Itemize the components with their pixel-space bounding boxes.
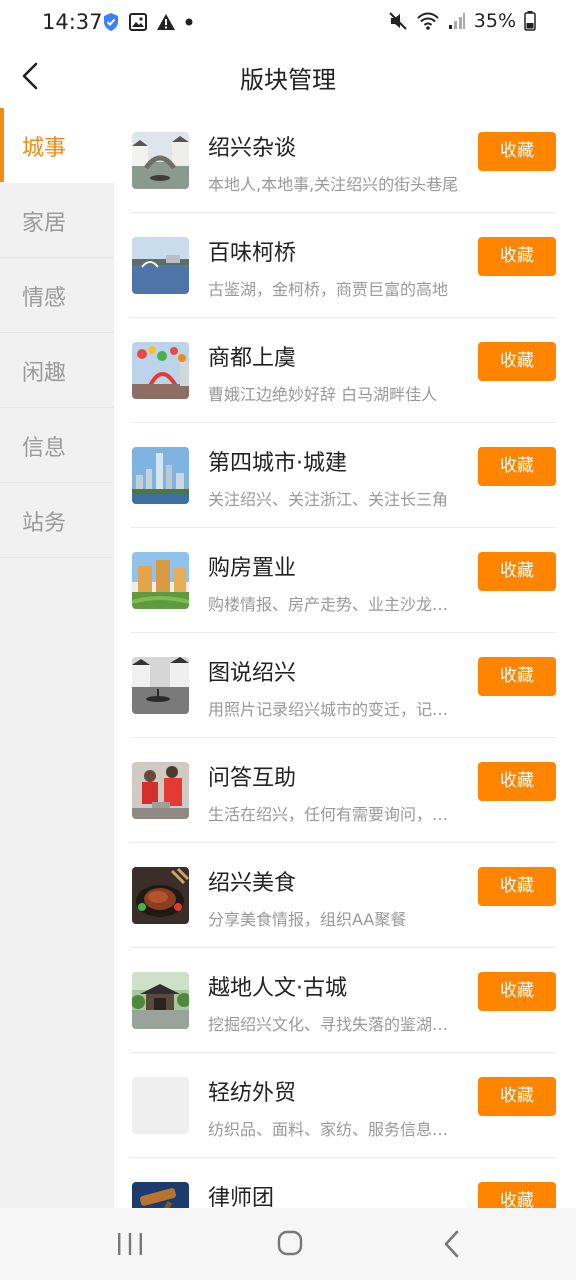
recent-apps-icon[interactable]	[110, 1228, 150, 1260]
forum-title: 商都上虞	[208, 346, 297, 371]
sidebar-item-site-affairs[interactable]: 站务	[0, 483, 114, 558]
status-time: 14:37	[42, 10, 103, 34]
status-bar: 14:37 35%	[0, 0, 576, 46]
sidebar-item-label: 情感	[22, 286, 67, 311]
wifi-icon	[417, 12, 439, 30]
shield-check-icon	[104, 13, 118, 31]
forum-title: 律师团	[208, 1186, 275, 1208]
forum-list: 绍兴杂谈 本地人,本地事,关注绍兴的街头巷尾 收藏 百味柯桥 古鉴湖，金柯桥，商…	[114, 108, 576, 1208]
home-icon[interactable]	[270, 1228, 310, 1260]
forum-title: 轻纺外贸	[208, 1081, 297, 1106]
system-nav-bar	[0, 1208, 576, 1280]
dot-icon	[185, 18, 193, 26]
notification-icons	[102, 12, 193, 32]
forum-title: 绍兴美食	[208, 871, 297, 896]
signal-icon	[448, 13, 465, 29]
forum-thumbnail	[132, 867, 189, 924]
back-nav-icon[interactable]	[432, 1228, 472, 1260]
forum-description: 纺织品、面料、家纺、服务信息交流	[208, 1120, 460, 1139]
sidebar-item-info[interactable]: 信息	[0, 408, 114, 483]
forum-thumbnail	[132, 552, 189, 609]
forum-title: 绍兴杂谈	[208, 136, 297, 161]
sidebar-item-label: 家居	[22, 211, 67, 236]
forum-title: 百味柯桥	[208, 241, 297, 266]
forum-thumbnail	[132, 762, 189, 819]
sidebar-item-label: 信息	[22, 436, 67, 461]
forum-description: 分享美食情报，组织AA聚餐	[208, 910, 407, 929]
favorite-button[interactable]: 收藏	[478, 237, 556, 276]
mute-icon	[389, 12, 407, 30]
forum-row[interactable]: 绍兴杂谈 本地人,本地事,关注绍兴的街头巷尾 收藏	[130, 108, 556, 213]
category-sidebar: 城事 家居 情感 闲趣 信息 站务	[0, 108, 114, 1208]
forum-thumbnail	[132, 1182, 189, 1208]
favorite-button[interactable]: 收藏	[478, 132, 556, 171]
forum-row[interactable]: 百味柯桥 古鉴湖，金柯桥，商贾巨富的高地 收藏	[130, 213, 556, 318]
sidebar-item-leisure[interactable]: 闲趣	[0, 333, 114, 408]
forum-title: 购房置业	[208, 556, 297, 581]
sidebar-item-label: 站务	[22, 511, 67, 536]
forum-description: 用照片记录绍兴城市的变迁，记录生活	[208, 700, 460, 719]
sidebar-item-city[interactable]: 城事	[0, 108, 114, 183]
favorite-button[interactable]: 收藏	[478, 657, 556, 696]
forum-row[interactable]: 图说绍兴 用照片记录绍兴城市的变迁，记录生活 收藏	[130, 633, 556, 738]
forum-description: 购楼情报、房产走势、业主沙龙活动	[208, 595, 460, 614]
forum-thumbnail	[132, 447, 189, 504]
battery-icon	[524, 11, 536, 31]
sidebar-item-label: 城事	[22, 136, 67, 161]
favorite-button[interactable]: 收藏	[478, 762, 556, 801]
forum-thumbnail	[132, 972, 189, 1029]
favorite-button[interactable]: 收藏	[478, 447, 556, 486]
sidebar-item-emotion[interactable]: 情感	[0, 258, 114, 333]
gallery-icon	[129, 13, 147, 31]
favorite-button[interactable]: 收藏	[478, 552, 556, 591]
forum-thumbnail	[132, 657, 189, 714]
forum-description: 曹娥江边绝妙好辞 白马湖畔佳人	[208, 385, 438, 404]
forum-thumbnail	[132, 1077, 189, 1134]
forum-description: 生活在绍兴，任何有需要询问，请来这里	[208, 805, 460, 824]
favorite-button[interactable]: 收藏	[478, 1077, 556, 1116]
favorite-button[interactable]: 收藏	[478, 1182, 556, 1208]
forum-row[interactable]: 购房置业 购楼情报、房产走势、业主沙龙活动 收藏	[130, 528, 556, 633]
forum-description: 挖掘绍兴文化、寻找失落的鉴湖文明	[208, 1015, 460, 1034]
sidebar-item-home[interactable]: 家居	[0, 183, 114, 258]
forum-row[interactable]: 律师团 收藏	[130, 1158, 556, 1208]
sidebar-item-label: 闲趣	[22, 361, 67, 386]
favorite-button[interactable]: 收藏	[478, 867, 556, 906]
forum-row[interactable]: 第四城市·城建 关注绍兴、关注浙江、关注长三角 收藏	[130, 423, 556, 528]
battery-percent: 35%	[473, 10, 516, 32]
forum-row[interactable]: 轻纺外贸 纺织品、面料、家纺、服务信息交流 收藏	[130, 1053, 556, 1158]
forum-description: 本地人,本地事,关注绍兴的街头巷尾	[208, 175, 459, 194]
forum-thumbnail	[132, 237, 189, 294]
forum-title: 图说绍兴	[208, 661, 297, 686]
forum-thumbnail	[132, 132, 189, 189]
forum-row[interactable]: 问答互助 生活在绍兴，任何有需要询问，请来这里 收藏	[130, 738, 556, 843]
forum-row[interactable]: 商都上虞 曹娥江边绝妙好辞 白马湖畔佳人 收藏	[130, 318, 556, 423]
warning-icon	[157, 14, 175, 30]
forum-description: 古鉴湖，金柯桥，商贾巨富的高地	[208, 280, 449, 299]
favorite-button[interactable]: 收藏	[478, 342, 556, 381]
forum-row[interactable]: 绍兴美食 分享美食情报，组织AA聚餐 收藏	[130, 843, 556, 948]
forum-title: 第四城市·城建	[208, 451, 347, 476]
forum-description: 关注绍兴、关注浙江、关注长三角	[208, 490, 449, 509]
page-title: 版块管理	[240, 66, 336, 94]
app-bar: 版块管理	[0, 46, 576, 108]
favorite-button[interactable]: 收藏	[478, 972, 556, 1011]
forum-title: 越地人文·古城	[208, 976, 347, 1001]
forum-thumbnail	[132, 342, 189, 399]
system-icons: 35%	[388, 10, 536, 32]
forum-title: 问答互助	[208, 766, 297, 791]
forum-row[interactable]: 越地人文·古城 挖掘绍兴文化、寻找失落的鉴湖文明 收藏	[130, 948, 556, 1053]
